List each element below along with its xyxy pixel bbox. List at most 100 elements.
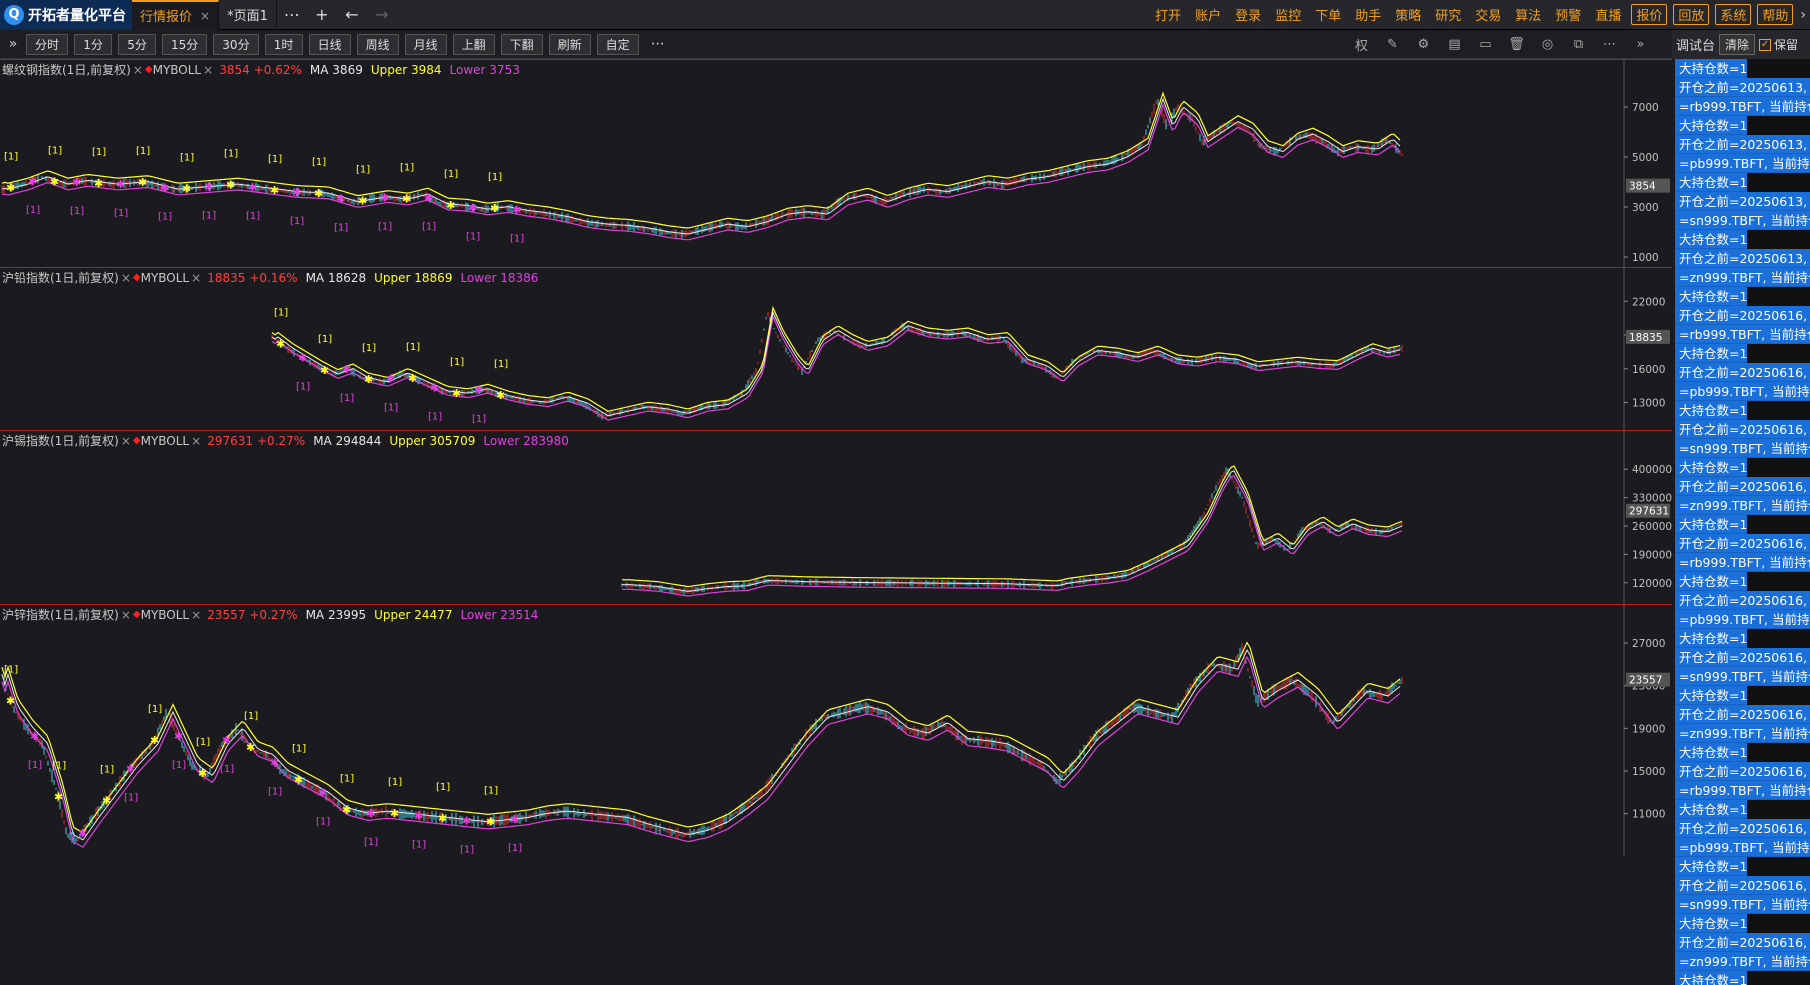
signal-marker: ✱: [358, 194, 367, 207]
clear-button[interactable]: 清除: [1719, 34, 1756, 55]
menu-item-8[interactable]: 交易: [1468, 0, 1508, 30]
close-icon[interactable]: ×: [203, 63, 213, 77]
expand-icon[interactable]: »: [0, 30, 26, 59]
indicator-name[interactable]: MYBOLL: [141, 608, 190, 622]
last-price-label: 297631: [1629, 506, 1669, 518]
signal-marker: ✱: [6, 695, 15, 708]
lower-value: Lower 18386: [460, 270, 539, 285]
menu-item-7[interactable]: 研究: [1428, 0, 1468, 30]
more-tabs-icon[interactable]: ⋯: [277, 0, 307, 30]
signal-label: [1]: [158, 212, 172, 223]
period-button-7[interactable]: 周线: [356, 33, 399, 55]
rights-adjust-button[interactable]: 权: [1346, 30, 1377, 59]
close-icon[interactable]: ×: [191, 608, 201, 622]
period-button-2[interactable]: 5分: [118, 33, 157, 55]
close-icon[interactable]: ×: [200, 9, 210, 23]
indicator-name[interactable]: MYBOLL: [141, 434, 190, 448]
chart-panel-3[interactable]: 沪锌指数(1日,前复权) × ◆ MYBOLL × 23557 +0.27% MA 23995…: [0, 604, 1672, 856]
debug-log-panel[interactable]: 大持仓数=1 开仓之前=20250613, =rb999.TBFT, 当前持仓 大持仓…: [1675, 59, 1810, 985]
menu-box-0[interactable]: 报价: [1631, 4, 1668, 25]
menu-item-4[interactable]: 下单: [1308, 0, 1348, 30]
log-line: 大持仓数=1: [1675, 971, 1747, 985]
signal-label: [1]: [196, 737, 210, 748]
period-button-12[interactable]: 自定: [596, 33, 639, 55]
menu-item-10[interactable]: 预警: [1548, 0, 1588, 30]
indicator-name[interactable]: MYBOLL: [153, 63, 202, 77]
axis-tick-label: 13000: [1632, 398, 1665, 410]
menu-item-6[interactable]: 策略: [1388, 0, 1428, 30]
menu-box-2[interactable]: 系统: [1715, 4, 1752, 25]
axis-tick-label: 3000: [1632, 202, 1659, 214]
tab-quotes[interactable]: 行情报价 ×: [132, 0, 220, 30]
add-tab-icon[interactable]: +: [307, 0, 337, 30]
more-icon[interactable]: ⋯: [645, 36, 671, 52]
close-icon[interactable]: ×: [121, 608, 131, 622]
more-tools-icon[interactable]: ⋯: [1594, 30, 1625, 59]
signal-label: [1]: [48, 146, 62, 157]
menu-item-2[interactable]: 登录: [1228, 0, 1268, 30]
chart-panel-2[interactable]: 沪锡指数(1日,前复权) × ◆ MYBOLL × 297631 +0.27% MA 2948…: [0, 430, 1672, 604]
pen-icon[interactable]: ✎: [1377, 30, 1408, 59]
signal-label: [1]: [466, 232, 480, 243]
close-icon[interactable]: ×: [121, 271, 131, 285]
tab-page1[interactable]: *页面1: [219, 0, 277, 30]
indicator-name[interactable]: MYBOLL: [141, 271, 190, 285]
signal-label: [1]: [180, 152, 194, 163]
period-button-9[interactable]: 上翻: [452, 33, 495, 55]
close-icon[interactable]: ×: [133, 63, 143, 77]
menu-item-3[interactable]: 监控: [1268, 0, 1308, 30]
log-line: =pb999.TBFT, 当前持仓: [1675, 838, 1810, 857]
price-chart[interactable]: [1] ✱ [1] ✱ [1] ✱ [1] ✱ [1] ✱ [1] ✱ [1] ✱ [1] ✱ [1] ✱ [1] ✱…: [0, 268, 1672, 430]
menu-item-5[interactable]: 助手: [1348, 0, 1388, 30]
signal-marker: ✱: [468, 202, 477, 215]
menu-item-9[interactable]: 算法: [1508, 0, 1548, 30]
close-icon[interactable]: ×: [121, 434, 131, 448]
back-arrow-icon[interactable]: ←: [337, 0, 367, 30]
chart-panel-1[interactable]: 沪铅指数(1日,前复权) × ◆ MYBOLL × 18835 +0.16% MA 18628…: [0, 267, 1672, 430]
log-line: 开仓之前=20250616,: [1675, 477, 1810, 496]
period-button-8[interactable]: 月线: [404, 33, 447, 55]
collapse-icon[interactable]: »: [1625, 30, 1656, 59]
close-icon[interactable]: ×: [191, 271, 201, 285]
forward-arrow-icon[interactable]: →: [367, 0, 397, 30]
menu-box-1[interactable]: 回放: [1673, 4, 1710, 25]
signal-label: [1]: [364, 837, 378, 848]
period-button-5[interactable]: 1时: [264, 33, 303, 55]
price-chart[interactable]: [1] ✱ [1] ✱ [1] ✱ [1] ✱ [1] ✱ [1] ✱ [1] ✱ [1] ✱ [1] ✱ [1] ✱…: [0, 605, 1672, 856]
chart-area[interactable]: 螺纹钢指数(1日,前复权) × ◆ MYBOLL × 3854 +0.62% MA 3869 U…: [0, 59, 1672, 985]
period-button-11[interactable]: 刷新: [548, 33, 591, 55]
period-button-3[interactable]: 15分: [162, 33, 208, 55]
menu-scroll-icon[interactable]: ›: [1796, 7, 1810, 23]
menu-box-3[interactable]: 帮助: [1757, 4, 1794, 25]
sliders-icon[interactable]: ⚙: [1408, 30, 1439, 59]
signal-marker: ✱: [270, 184, 279, 197]
period-button-6[interactable]: 日线: [308, 33, 351, 55]
price-chart[interactable]: [1] ✱ [1] ✱ [1] ✱ [1] ✱ [1] ✱ [1] ✱ [1] ✱ [1] ✱ [1] ✱ [1] ✱…: [0, 60, 1672, 267]
log-line: =sn999.TBFT, 当前持仓: [1675, 439, 1810, 458]
period-button-0[interactable]: 分时: [26, 33, 69, 55]
log-line: 大持仓数=1: [1675, 686, 1747, 705]
symbol-name: 沪锌指数(1日,前复权): [2, 608, 119, 622]
menu-item-11[interactable]: 直播: [1588, 0, 1628, 30]
keep-label: 保留: [1774, 38, 1799, 52]
signal-label: [1]: [28, 760, 42, 771]
price-chart[interactable]: 400000 330000 260000 190000 120000 297631: [0, 431, 1672, 604]
layout-icon[interactable]: ▭: [1470, 30, 1501, 59]
brand[interactable]: Q 开拓者量化平台: [0, 0, 132, 30]
close-icon[interactable]: ×: [191, 434, 201, 448]
log-line: 开仓之前=20250616,: [1675, 420, 1810, 439]
indicator-diamond-icon: ◆: [132, 435, 141, 446]
chart-panel-0[interactable]: 螺纹钢指数(1日,前复权) × ◆ MYBOLL × 3854 +0.62% MA 3869 U…: [0, 59, 1672, 267]
menu-item-0[interactable]: 打开: [1148, 0, 1188, 30]
ma-value: MA 3869: [309, 62, 363, 77]
document-icon[interactable]: ▤: [1439, 30, 1470, 59]
target-icon[interactable]: ◎: [1532, 30, 1563, 59]
menu-item-1[interactable]: 账户: [1188, 0, 1228, 30]
period-button-10[interactable]: 下翻: [500, 33, 543, 55]
crop-icon[interactable]: ⧉: [1563, 30, 1594, 59]
period-button-4[interactable]: 30分: [213, 33, 259, 55]
chart-toolbar: » 分时 1分 5分 15分 30分 1时 日线 周线 月线 上翻 下翻 刷新 自定 ⋯ 权 ✎ ⚙ ▤…: [0, 30, 1810, 59]
period-button-1[interactable]: 1分: [74, 33, 113, 55]
trash-icon[interactable]: 🗑: [1501, 30, 1532, 59]
keep-checkbox[interactable]: ✓: [1759, 38, 1772, 51]
